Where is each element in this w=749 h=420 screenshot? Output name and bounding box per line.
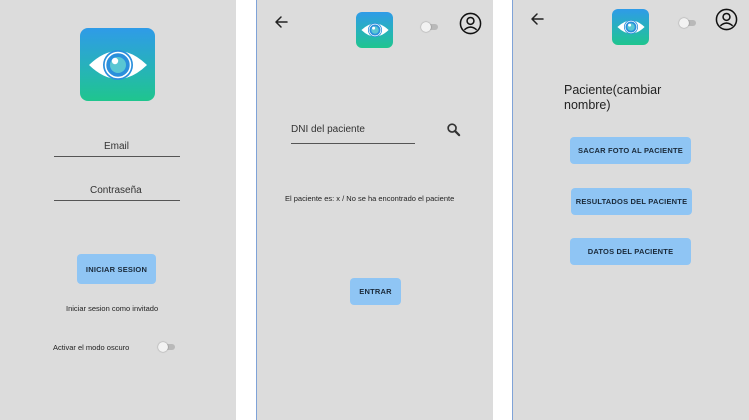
dni-input[interactable]: DNI del paciente	[291, 124, 365, 135]
account-circle-icon[interactable]	[458, 11, 482, 35]
app-logo	[612, 9, 649, 45]
password-field[interactable]: Contraseña	[90, 185, 142, 196]
patient-data-button[interactable]: DATOS DEL PACIENTE	[570, 238, 691, 265]
dark-mode-label: Activar el modo oscuro	[53, 343, 130, 352]
patient-search-screen: DNI del paciente El paciente es: x / No …	[256, 0, 493, 420]
arrow-left-icon[interactable]	[529, 11, 545, 27]
theme-toggle[interactable]	[421, 22, 439, 32]
take-photo-button[interactable]: SACAR FOTO AL PACIENTE	[570, 137, 691, 164]
login-button[interactable]: INICIAR SESION	[77, 254, 156, 284]
app-logo	[80, 28, 155, 101]
email-field[interactable]: Email	[104, 141, 129, 152]
theme-toggle[interactable]	[679, 18, 697, 28]
toggle-knob	[421, 22, 431, 32]
eye-icon	[88, 49, 147, 80]
patient-menu-screen: Paciente(cambiar nombre) SACAR FOTO AL P…	[512, 0, 749, 420]
enter-button[interactable]: ENTRAR	[350, 278, 401, 305]
search-result-text: El paciente es: x / No se ha encontrado …	[285, 194, 455, 203]
app-logo	[356, 12, 393, 48]
patient-results-button[interactable]: RESULTADOS DEL PACIENTE	[571, 188, 692, 215]
account-circle-icon[interactable]	[714, 7, 738, 31]
email-underline	[54, 156, 180, 157]
login-screen: Email Contraseña INICIAR SESION Iniciar …	[0, 0, 236, 420]
search-icon[interactable]	[445, 121, 461, 137]
toggle-knob	[158, 342, 168, 352]
arrow-left-icon[interactable]	[273, 14, 289, 30]
dark-mode-toggle[interactable]	[158, 342, 176, 352]
toggle-knob	[679, 18, 689, 28]
eye-icon	[360, 22, 389, 38]
patient-name-title: Paciente(cambiar nombre)	[564, 83, 662, 112]
eye-icon	[616, 19, 645, 35]
guest-login-link[interactable]: Iniciar sesion como invitado	[66, 304, 158, 313]
password-underline	[54, 200, 180, 201]
dni-underline	[291, 143, 415, 144]
